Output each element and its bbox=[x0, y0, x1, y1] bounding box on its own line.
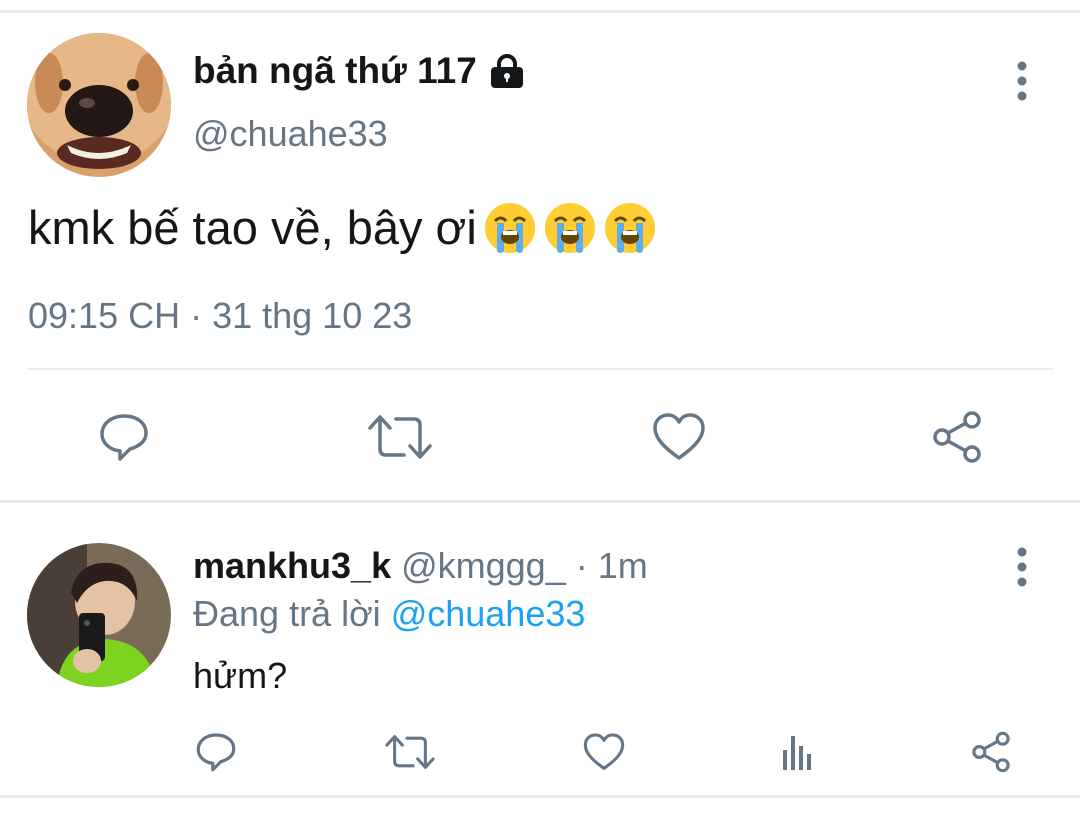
share-icon bbox=[972, 731, 1010, 773]
like-icon bbox=[583, 733, 625, 770]
reply-handle-time[interactable]: @kmggg_ · 1m bbox=[391, 545, 648, 586]
section-divider bbox=[0, 500, 1080, 503]
top-divider bbox=[0, 10, 1080, 13]
loudly-crying-face-icon bbox=[543, 201, 597, 255]
tweet-text-content: kmk bế tao về, bây ơi bbox=[28, 201, 477, 254]
display-name[interactable]: bản ngã thứ 117 bbox=[193, 50, 525, 92]
share-button[interactable] bbox=[968, 730, 1014, 774]
retweet-icon bbox=[368, 415, 432, 459]
reply-display-name[interactable]: mankhu3_k bbox=[193, 545, 391, 586]
retweet-button[interactable] bbox=[384, 730, 436, 774]
tweet-text: kmk bế tao về, bây ơi bbox=[28, 200, 657, 255]
reply-header: mankhu3_k @kmggg_ · 1m bbox=[193, 545, 648, 587]
reply-button[interactable] bbox=[194, 730, 238, 774]
avatar[interactable] bbox=[27, 33, 171, 177]
reply-icon bbox=[100, 414, 148, 461]
tweet-timestamp[interactable]: 09:15 CH · 31 thg 10 23 bbox=[28, 295, 412, 337]
reply-text: hửm? bbox=[193, 655, 288, 696]
like-button[interactable] bbox=[650, 408, 708, 466]
like-icon bbox=[653, 413, 705, 460]
loudly-crying-face-icon bbox=[483, 201, 537, 255]
loudly-crying-face-icon bbox=[603, 201, 657, 255]
analytics-icon bbox=[783, 736, 811, 770]
analytics-button[interactable] bbox=[776, 730, 820, 774]
avatar[interactable] bbox=[27, 543, 171, 687]
retweet-icon bbox=[385, 735, 435, 769]
divider bbox=[28, 368, 1053, 370]
reply-icon bbox=[196, 733, 236, 772]
like-button[interactable] bbox=[581, 730, 627, 774]
user-handle[interactable]: @chuahe33 bbox=[193, 113, 388, 155]
bottom-divider bbox=[0, 795, 1080, 798]
mention-link[interactable]: @chuahe33 bbox=[391, 593, 586, 634]
share-button[interactable] bbox=[928, 408, 986, 466]
more-options-icon[interactable] bbox=[1014, 60, 1030, 104]
display-name-text: bản ngã thứ 117 bbox=[193, 50, 477, 91]
lock-icon bbox=[489, 54, 525, 88]
reply-button[interactable] bbox=[95, 408, 153, 466]
replying-prefix: Đang trả lời bbox=[193, 593, 391, 634]
replying-to: Đang trả lời @chuahe33 bbox=[193, 593, 585, 635]
more-options-icon[interactable] bbox=[1014, 546, 1030, 590]
share-icon bbox=[933, 411, 981, 463]
retweet-button[interactable] bbox=[368, 408, 432, 466]
